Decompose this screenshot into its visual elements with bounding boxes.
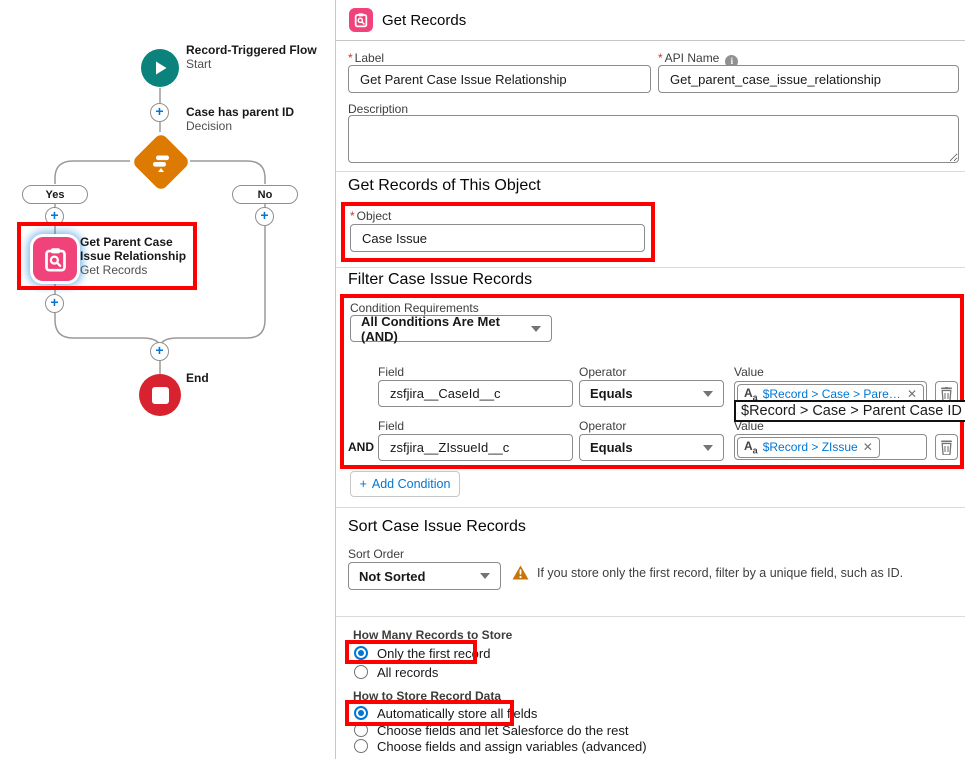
get-records-node-label: Get Parent Case Issue Relationship Get R… <box>80 235 204 277</box>
flow-canvas: Record-Triggered Flow Start + Case has p… <box>0 0 335 759</box>
add-element-button[interactable]: + <box>45 207 64 226</box>
field-column-label: Field <box>378 365 404 379</box>
value-column-label: Value <box>734 365 764 379</box>
get-records-title: Get Parent Case Issue Relationship <box>80 235 204 263</box>
get-records-node[interactable] <box>33 237 77 281</box>
condition-requirements-select[interactable]: All Conditions Are Met (AND) <box>350 315 552 342</box>
text-type-icon: Aa <box>744 439 758 455</box>
signpost-icon <box>149 150 173 174</box>
filter-section-heading: Filter Case Issue Records <box>348 271 532 289</box>
radio-button[interactable] <box>354 723 368 737</box>
get-records-panel: Get Records ✕ Label API Namei Descriptio… <box>335 0 965 759</box>
plus-icon: + <box>360 477 367 491</box>
radio-option-all-records[interactable]: All records <box>354 663 438 681</box>
chevron-down-icon <box>703 391 713 397</box>
field-column-label: Field <box>378 419 404 433</box>
operator-column-label: Operator <box>579 419 626 433</box>
warning-icon <box>512 565 529 580</box>
operator-column-label: Operator <box>579 365 626 379</box>
condition-2-value-combobox[interactable]: Aa $Record > ZIssue ✕ <box>734 434 927 460</box>
sort-section-heading: Sort Case Issue Records <box>348 518 526 536</box>
object-field-label: Object <box>350 209 391 223</box>
description-input[interactable] <box>348 115 959 163</box>
panel-title: Get Records <box>382 12 466 29</box>
sort-order-label: Sort Order <box>348 547 404 561</box>
warning-text: If you store only the first record, filt… <box>537 566 903 580</box>
add-element-button[interactable]: + <box>255 207 274 226</box>
condition-1-operator-select[interactable]: Equals <box>579 380 724 407</box>
get-records-icon <box>42 246 69 273</box>
get-records-icon <box>349 8 373 32</box>
radio-option-auto-store-all-fields[interactable]: Automatically store all fields <box>354 704 537 722</box>
chevron-down-icon <box>703 445 713 451</box>
play-icon <box>152 60 168 76</box>
branch-label-no: No <box>232 185 298 204</box>
api-name-input[interactable] <box>658 65 959 93</box>
decision-title: Case has parent ID <box>186 105 294 119</box>
sort-warning: If you store only the first record, filt… <box>512 565 903 580</box>
radio-button[interactable] <box>354 665 368 679</box>
add-element-button[interactable]: + <box>45 294 64 313</box>
chevron-down-icon <box>480 573 490 579</box>
start-subtitle: Start <box>186 57 317 71</box>
panel-header: Get Records ✕ <box>336 0 965 41</box>
start-node[interactable] <box>141 49 179 87</box>
add-element-button[interactable]: + <box>150 103 169 122</box>
add-condition-button[interactable]: + Add Condition <box>350 471 460 497</box>
how-to-store-label: How to Store Record Data <box>353 689 501 703</box>
divider <box>336 171 965 172</box>
sort-order-select[interactable]: Not Sorted <box>348 562 501 590</box>
object-section-heading: Get Records of This Object <box>348 177 541 195</box>
and-label: AND <box>348 440 374 454</box>
start-node-label: Record-Triggered Flow Start <box>186 43 317 71</box>
branch-label-yes: Yes <box>22 185 88 204</box>
radio-button[interactable] <box>354 706 368 720</box>
delete-condition-button[interactable] <box>935 434 958 460</box>
radio-option-choose-fields-advanced[interactable]: Choose fields and assign variables (adva… <box>354 737 647 755</box>
chevron-down-icon <box>531 326 541 332</box>
radio-option-only-first-record[interactable]: Only the first record <box>354 644 490 662</box>
object-input[interactable] <box>350 224 645 252</box>
divider <box>336 267 965 268</box>
start-title: Record-Triggered Flow <box>186 43 317 57</box>
flow-builder-screen: Record-Triggered Flow Start + Case has p… <box>0 0 965 759</box>
remove-pill-icon[interactable]: ✕ <box>907 387 917 401</box>
label-input[interactable] <box>348 65 651 93</box>
decision-subtitle: Decision <box>186 119 294 133</box>
radio-button[interactable] <box>354 646 368 660</box>
description-field-label: Description <box>348 102 408 116</box>
divider <box>336 507 965 508</box>
radio-button[interactable] <box>354 739 368 753</box>
stop-icon <box>152 387 169 404</box>
label-field-label: Label <box>348 51 384 65</box>
remove-pill-icon[interactable]: ✕ <box>863 440 873 454</box>
add-element-button[interactable]: + <box>150 342 169 361</box>
get-records-subtitle: Get Records <box>80 263 204 277</box>
trash-icon <box>940 440 953 455</box>
condition-2-field-input[interactable] <box>378 434 573 461</box>
resource-tooltip: $Record > Case > Parent Case ID <box>734 400 965 422</box>
end-title: End <box>186 371 209 385</box>
end-node[interactable] <box>139 374 181 416</box>
divider <box>336 616 965 617</box>
resource-pill[interactable]: Aa $Record > ZIssue ✕ <box>737 437 880 458</box>
how-many-records-label: How Many Records to Store <box>353 628 512 642</box>
decision-node-label: Case has parent ID Decision <box>186 105 294 133</box>
condition-2-operator-select[interactable]: Equals <box>579 434 724 461</box>
condition-1-field-input[interactable] <box>378 380 573 407</box>
